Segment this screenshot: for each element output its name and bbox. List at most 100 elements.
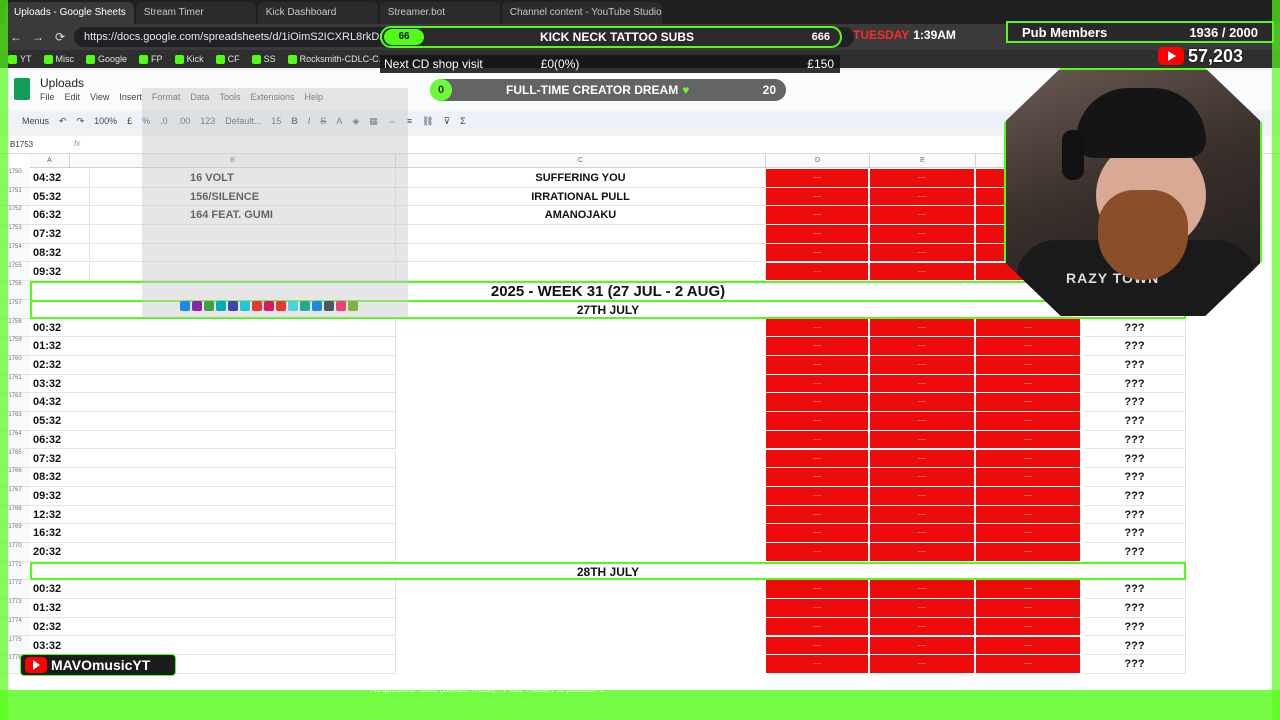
placeholder-cell[interactable]: ??? [1084,449,1186,469]
time-cell[interactable]: 05:32 [30,187,90,207]
placeholder-cell[interactable]: ??? [1084,617,1186,637]
bookmark[interactable]: Rocksmith-CDLC-C... [287,54,386,64]
time-cell[interactable]: 09:32 [30,262,90,282]
status-cell[interactable]: ---- [766,393,870,413]
color-chip[interactable] [336,301,346,311]
color-chip[interactable] [324,301,334,311]
status-cell[interactable]: ---- [870,187,976,207]
placeholder-cell[interactable]: ??? [1084,543,1186,562]
browser-tab[interactable]: Streamer.bot [379,2,500,24]
time-cell[interactable]: 01:32 [30,599,396,618]
status-cell[interactable]: ---- [766,337,870,356]
status-cell[interactable]: ---- [870,430,976,450]
status-cell[interactable]: ---- [766,206,870,226]
sheets-logo-icon[interactable] [14,78,30,100]
placeholder-cell[interactable]: ??? [1084,636,1186,656]
status-cell[interactable]: ---- [976,412,1082,431]
track-title-cell[interactable]: AMANOJAKU [396,206,766,226]
status-cell[interactable]: ---- [870,543,976,562]
redo-icon[interactable]: ↷ [77,116,85,127]
placeholder-cell[interactable]: ??? [1084,655,1186,674]
time-cell[interactable]: 08:32 [30,468,396,487]
color-chip[interactable] [204,301,214,311]
track-title-cell[interactable] [396,243,766,263]
time-cell[interactable]: 02:32 [30,617,396,637]
time-cell[interactable]: 06:32 [30,206,90,226]
browser-tab[interactable]: Channel content - YouTube Studio [501,2,662,24]
status-cell[interactable]: ---- [766,262,870,282]
time-cell[interactable]: 05:32 [30,412,396,431]
browser-tab[interactable]: Kick Dashboard [257,2,378,24]
color-chip[interactable] [252,301,262,311]
menu-file[interactable]: File [40,92,55,102]
time-cell[interactable]: 07:32 [30,225,90,244]
status-cell[interactable]: ---- [870,356,976,375]
track-title-cell[interactable] [396,262,766,282]
bookmark[interactable]: CF [215,54,240,64]
placeholder-cell[interactable]: ??? [1084,393,1186,413]
menu-insert[interactable]: Insert [119,92,142,102]
time-cell[interactable]: 04:32 [30,169,90,188]
placeholder-cell[interactable]: ??? [1084,318,1186,338]
link-icon[interactable]: ⛓ [422,116,433,127]
currency-button[interactable]: £ [127,116,132,126]
status-cell[interactable]: ---- [870,337,976,356]
time-cell[interactable]: 20:32 [30,543,396,562]
bookmark[interactable]: FP [139,54,163,64]
status-cell[interactable]: ---- [976,543,1082,562]
status-cell[interactable]: ---- [976,449,1082,469]
time-cell[interactable]: 04:32 [30,393,396,413]
color-chip[interactable] [288,301,298,311]
menu-view[interactable]: View [90,92,109,102]
status-cell[interactable]: ---- [870,636,976,656]
column-header[interactable]: E [870,154,976,168]
status-cell[interactable]: ---- [766,524,870,543]
status-cell[interactable]: ---- [870,374,976,394]
bookmark[interactable]: Kick [174,54,204,64]
time-cell[interactable]: 12:32 [30,505,396,525]
column-header[interactable]: C [396,154,766,168]
time-cell[interactable]: 03:32 [30,636,396,656]
color-chip[interactable] [240,301,250,311]
bookmark[interactable]: SS [251,54,276,64]
status-cell[interactable]: ---- [766,449,870,469]
status-cell[interactable]: ---- [766,412,870,431]
placeholder-cell[interactable]: ??? [1084,524,1186,543]
color-chip[interactable] [192,301,202,311]
status-cell[interactable]: ---- [870,206,976,226]
status-cell[interactable]: ---- [870,617,976,637]
reload-icon[interactable]: ⟳ [52,29,68,45]
filter-icon[interactable]: ⊽ [443,116,450,127]
status-cell[interactable]: ---- [976,374,1082,394]
status-cell[interactable]: ---- [976,393,1082,413]
status-cell[interactable]: ---- [766,543,870,562]
placeholder-cell[interactable]: ??? [1084,374,1186,394]
name-box[interactable]: B1753 [10,140,33,149]
status-cell[interactable]: ---- [976,617,1082,637]
column-header[interactable]: A [30,154,70,168]
time-cell[interactable]: 16:32 [30,524,396,543]
time-cell[interactable]: 03:32 [30,374,396,394]
forward-icon[interactable]: → [30,29,46,45]
status-cell[interactable]: ---- [870,599,976,618]
color-chip[interactable] [180,301,190,311]
placeholder-cell[interactable]: ??? [1084,356,1186,375]
placeholder-cell[interactable]: ??? [1084,505,1186,525]
status-cell[interactable]: ---- [976,337,1082,356]
status-cell[interactable]: ---- [870,412,976,431]
status-cell[interactable]: ---- [870,262,976,282]
search-menus-button[interactable]: Menus [22,116,49,126]
status-cell[interactable]: ---- [766,580,870,600]
status-cell[interactable]: ---- [766,468,870,487]
column-header[interactable]: D [766,154,870,168]
bookmark[interactable]: Misc [43,54,74,64]
color-chip[interactable] [264,301,274,311]
status-cell[interactable]: ---- [976,599,1082,618]
color-chip[interactable] [300,301,310,311]
color-chip[interactable] [216,301,226,311]
time-cell[interactable]: 00:32 [30,580,396,600]
status-cell[interactable]: ---- [766,636,870,656]
menu-edit[interactable]: Edit [65,92,81,102]
placeholder-cell[interactable]: ??? [1084,580,1186,600]
browser-tab[interactable]: Stream Timer [135,2,256,24]
